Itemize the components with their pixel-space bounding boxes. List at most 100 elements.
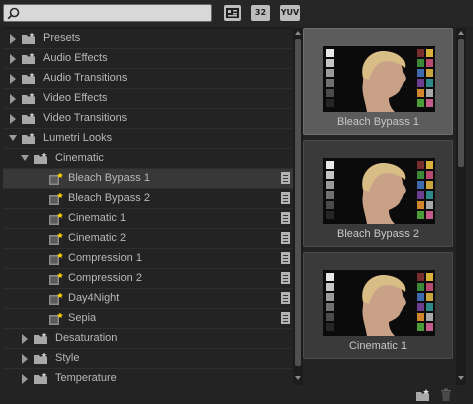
effects-footer (0, 385, 473, 404)
collapsed-triangle-icon[interactable] (9, 54, 17, 64)
preset-icon (49, 192, 63, 205)
preset-document-icon (281, 212, 290, 224)
preset-document-icon (281, 252, 290, 264)
preset-icon (49, 172, 63, 185)
preset-icon (49, 212, 63, 225)
folder-item-audio-transitions[interactable]: Audio Transitions (3, 69, 293, 89)
collapsed-triangle-icon[interactable] (21, 374, 29, 384)
tree-item-label: Cinematic (55, 152, 104, 164)
folder-item-temperature[interactable]: Temperature (3, 369, 293, 385)
preset-item-day4night[interactable]: Day4Night (3, 289, 293, 309)
folder-item-style[interactable]: Style (3, 349, 293, 369)
preset-document-icon (281, 292, 290, 304)
preset-item-compression-1[interactable]: Compression 1 (3, 249, 293, 269)
folder-item-video-effects[interactable]: Video Effects (3, 89, 293, 109)
tree-item-label: Presets (43, 32, 81, 44)
thumbnail-caption: Bleach Bypass 2 (337, 228, 419, 240)
preset-item-cinematic-2[interactable]: Cinematic 2 (3, 229, 293, 249)
accelerated-effects-button[interactable] (224, 5, 241, 21)
preset-item-bleach-bypass-2[interactable]: Bleach Bypass 2 (3, 189, 293, 209)
folder-icon (34, 332, 47, 344)
folder-item-audio-effects[interactable]: Audio Effects (3, 49, 293, 69)
expanded-triangle-icon[interactable] (9, 134, 17, 144)
preset-item-cinematic-1[interactable]: Cinematic 1 (3, 209, 293, 229)
tree-item-label: Cinematic 1 (68, 212, 127, 224)
search-input[interactable] (23, 6, 208, 20)
trash-icon[interactable] (440, 388, 452, 402)
folder-icon (22, 92, 35, 104)
folder-item-video-transitions[interactable]: Video Transitions (3, 109, 293, 129)
collapsed-triangle-icon[interactable] (9, 114, 17, 124)
tree-item-label: Video Effects (43, 92, 108, 104)
preset-icon (49, 232, 63, 245)
preset-icon (49, 252, 63, 265)
thumb-scroll-down-arrow-icon[interactable] (456, 374, 466, 382)
tree-item-label: Style (55, 352, 80, 364)
yuv-effects-button[interactable]: YUV (280, 5, 300, 21)
tree-item-label: Compression 2 (68, 272, 142, 284)
preset-icon (49, 312, 63, 325)
preset-document-icon (281, 192, 290, 204)
tree-item-label: Bleach Bypass 2 (68, 192, 150, 204)
folder-icon (34, 152, 47, 164)
look-preview-image (323, 46, 435, 112)
collapsed-triangle-icon[interactable] (9, 94, 17, 104)
preset-icon (49, 272, 63, 285)
thumb-scroll-up-arrow-icon[interactable] (456, 29, 466, 37)
preset-thumbnails: Bleach Bypass 1 Bleach Bypass 2 Cinematic … (302, 28, 454, 385)
thumbnail-scroll-thumb[interactable] (458, 39, 464, 167)
accelerated-effects-icon (226, 8, 239, 18)
thumbnail-caption: Cinematic 1 (348, 340, 408, 352)
folder-item-cinematic[interactable]: Cinematic (3, 149, 293, 169)
thumbnail-scrollbar[interactable] (456, 28, 466, 385)
tree-item-label: Sepia (68, 312, 97, 324)
folder-icon (34, 372, 47, 384)
tree-item-label: Compression 1 (68, 252, 142, 264)
folder-icon (22, 32, 35, 44)
folder-icon (22, 72, 35, 84)
tree-item-label: Video Transitions (43, 112, 128, 124)
thumbnail-card-bleach-bypass-1[interactable]: Bleach Bypass 1 (303, 28, 453, 135)
preset-document-icon (281, 172, 290, 184)
thumbnail-card-bleach-bypass-2[interactable]: Bleach Bypass 2 (303, 140, 453, 247)
folder-item-desaturation[interactable]: Desaturation (3, 329, 293, 349)
collapsed-triangle-icon[interactable] (21, 354, 29, 364)
thumbnail-card-cinematic-1[interactable]: Cinematic 1 (303, 252, 453, 359)
32bit-effects-icon: 32 (254, 8, 267, 17)
32bit-effects-button[interactable]: 32 (251, 5, 270, 21)
preset-item-bleach-bypass-1[interactable]: Bleach Bypass 1 (3, 169, 293, 189)
tree-item-label: Cinematic 2 (68, 232, 127, 244)
collapsed-triangle-icon[interactable] (21, 334, 29, 344)
folder-item-presets[interactable]: Presets (3, 29, 293, 49)
preset-item-sepia[interactable]: Sepia (3, 309, 293, 329)
effects-tree: Presets Audio Effects Audio Transitions Vid… (3, 28, 293, 385)
tree-item-label: Desaturation (55, 332, 118, 344)
collapsed-triangle-icon[interactable] (9, 74, 17, 84)
expanded-triangle-icon[interactable] (21, 154, 29, 164)
preset-item-compression-2[interactable]: Compression 2 (3, 269, 293, 289)
look-preview-image (323, 158, 435, 224)
folder-icon (22, 112, 35, 124)
collapsed-triangle-icon[interactable] (9, 34, 17, 44)
preset-document-icon (281, 272, 290, 284)
tree-item-label: Audio Transitions (43, 72, 128, 84)
search-icon (7, 7, 20, 20)
search-field[interactable] (3, 4, 212, 22)
tree-item-label: Audio Effects (43, 52, 108, 64)
tree-item-label: Lumetri Looks (43, 132, 113, 144)
preset-document-icon (281, 232, 290, 244)
folder-icon (34, 352, 47, 364)
effects-toolbar: 32 YUV (0, 0, 473, 26)
preset-document-icon (281, 312, 290, 324)
folder-icon (22, 132, 35, 144)
look-preview-image (323, 270, 435, 336)
tree-item-label: Bleach Bypass 1 (68, 172, 150, 184)
folder-item-lumetri-looks[interactable]: Lumetri Looks (3, 129, 293, 149)
tree-item-label: Day4Night (68, 292, 120, 304)
yuv-effects-icon: YUV (280, 8, 300, 17)
new-custom-bin-icon[interactable] (415, 388, 431, 402)
folder-icon (22, 52, 35, 64)
preset-icon (49, 292, 63, 305)
effects-panel: 32 YUV Presets Audio Effects Audio Transit… (0, 0, 473, 404)
tree-scroll-thumb[interactable] (295, 39, 301, 366)
